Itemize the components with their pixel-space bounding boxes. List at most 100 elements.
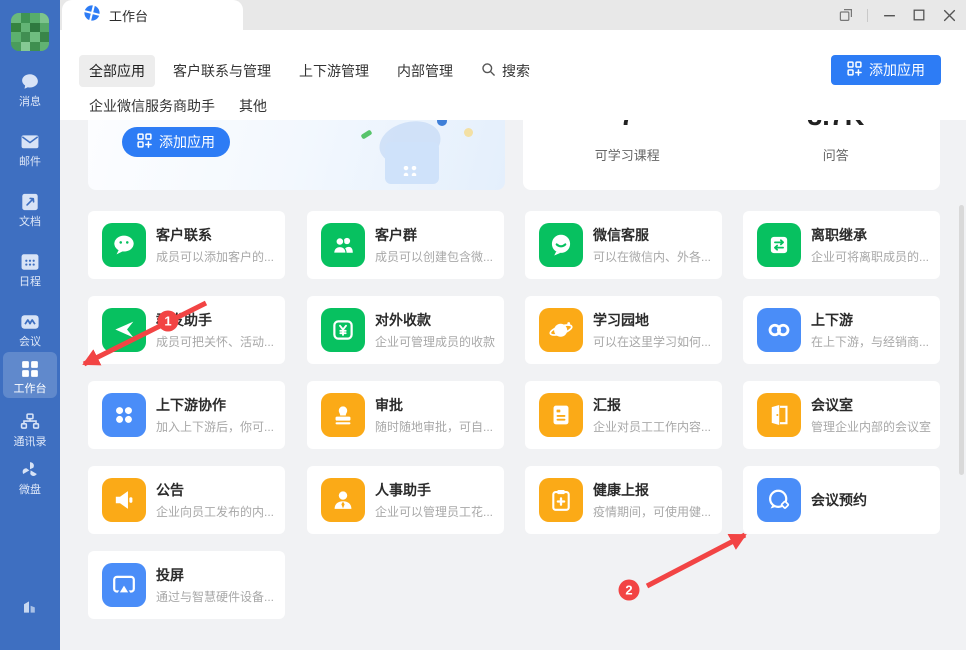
app-card-投屏[interactable]: 投屏通过与智慧硬件设备... xyxy=(88,551,285,619)
stat-courses[interactable]: 7 可学习课程 xyxy=(523,120,732,190)
app-desc: 企业可以管理员工花... xyxy=(375,503,495,520)
app-scroll-area: 添加应用 7 可学习课程 3.7K 问答 客户联系成员可以添加客户的... 客户… xyxy=(60,120,966,650)
app-desc: 成员可以添加客户的... xyxy=(156,248,276,265)
person-icon xyxy=(321,478,365,522)
scrollbar-thumb[interactable] xyxy=(959,205,964,475)
app-desc: 企业对员工工作内容... xyxy=(593,418,713,435)
close-icon[interactable] xyxy=(934,0,964,30)
app-card-汇报[interactable]: 汇报企业对员工工作内容... xyxy=(525,381,722,449)
stat-qa-value: 3.7K xyxy=(732,120,941,130)
filter-tab-2[interactable]: 上下游管理 xyxy=(289,55,379,87)
app-card-审批[interactable]: 审批随时随地审批，可自... xyxy=(307,381,504,449)
sidebar-item-doc[interactable]: 文档 xyxy=(0,190,60,229)
transfer-icon xyxy=(757,223,801,267)
app-card-会议预约[interactable]: 会议预约 xyxy=(743,466,940,534)
app-desc: 在上下游，与经销商... xyxy=(811,333,931,350)
learning-stats-card: 7 可学习课程 3.7K 问答 xyxy=(523,120,940,190)
sidebar-item-drive[interactable]: 微盘 xyxy=(0,458,60,497)
meetingapp-icon xyxy=(757,478,801,522)
add-app-icon xyxy=(847,61,862,79)
sidebar-item-contacts[interactable]: 通讯录 xyxy=(0,410,60,449)
app-card-客户群[interactable]: 客户群成员可以创建包含微... xyxy=(307,211,504,279)
user-avatar[interactable] xyxy=(11,13,49,51)
filter-tab-label: 客户联系与管理 xyxy=(173,61,271,81)
sidebar-item-chat[interactable]: 消息 xyxy=(0,70,60,109)
add-app-label: 添加应用 xyxy=(869,60,925,80)
horn-icon xyxy=(102,478,146,522)
calendar-icon xyxy=(0,250,60,274)
sidebar-item-label: 日程 xyxy=(0,276,60,289)
contacts-icon xyxy=(0,410,60,434)
grid-icon xyxy=(3,357,57,381)
filter-tab-0[interactable]: 全部应用 xyxy=(79,55,155,87)
filter-tab-label: 搜索 xyxy=(502,61,530,81)
sidebar-item-meeting[interactable]: 会议 xyxy=(0,310,60,349)
banner-add-app-button[interactable]: 添加应用 xyxy=(122,127,230,157)
app-card-会议室[interactable]: 会议室管理企业内部的会议室... xyxy=(743,381,940,449)
app-title: 微信客服 xyxy=(593,225,713,245)
maximize-icon[interactable] xyxy=(904,0,934,30)
app-title: 上下游 xyxy=(811,310,931,330)
app-title: 群发助手 xyxy=(156,310,276,330)
app-desc: 通过与智慧硬件设备... xyxy=(156,588,276,605)
minimize-icon[interactable] xyxy=(874,0,904,30)
app-card-上下游[interactable]: 上下游在上下游，与经销商... xyxy=(743,296,940,364)
filter-tab-row2-1[interactable]: 其他 xyxy=(239,96,267,116)
app-desc: 企业向员工发布的内... xyxy=(156,503,276,520)
yuan-icon xyxy=(321,308,365,352)
controls-divider xyxy=(867,9,868,22)
add-app-icon xyxy=(137,133,152,151)
app-title: 人事助手 xyxy=(375,480,495,500)
app-card-公告[interactable]: 公告企业向员工发布的内... xyxy=(88,466,285,534)
app-desc: 成员可把关怀、活动... xyxy=(156,333,276,350)
stamp-icon xyxy=(321,393,365,437)
app-title: 学习园地 xyxy=(593,310,713,330)
app-card-人事助手[interactable]: 人事助手企业可以管理员工花... xyxy=(307,466,504,534)
filter-tab-row2-0[interactable]: 企业微信服务商助手 xyxy=(89,96,215,116)
app-card-客户联系[interactable]: 客户联系成员可以添加客户的... xyxy=(88,211,285,279)
app-desc: 加入上下游后，你可... xyxy=(156,418,276,435)
toolbox-icon[interactable] xyxy=(0,594,60,618)
sidebar-item-calendar[interactable]: 日程 xyxy=(0,250,60,289)
app-desc: 企业可将离职成员的... xyxy=(811,248,931,265)
filter-tab-label: 全部应用 xyxy=(89,61,145,81)
app-desc: 可以在微信内、外各... xyxy=(593,248,713,265)
add-app-button[interactable]: 添加应用 xyxy=(831,55,941,85)
send-icon xyxy=(102,308,146,352)
mail-icon xyxy=(0,130,60,154)
app-desc: 随时随地审批，可自... xyxy=(375,418,495,435)
planet-icon xyxy=(539,308,583,352)
app-title: 会议预约 xyxy=(811,490,867,510)
filter-tab-3[interactable]: 内部管理 xyxy=(387,55,463,87)
search-icon xyxy=(481,62,496,80)
wechat-icon xyxy=(102,223,146,267)
filter-tab-search[interactable]: 搜索 xyxy=(471,55,540,87)
filter-tab-1[interactable]: 客户联系与管理 xyxy=(163,55,281,87)
door-icon xyxy=(757,393,801,437)
app-card-对外收款[interactable]: 对外收款企业可管理成员的收款... xyxy=(307,296,504,364)
stat-qa-label: 问答 xyxy=(823,145,849,164)
app-title: 会议室 xyxy=(811,395,931,415)
tab-workbench[interactable]: 工作台 xyxy=(62,0,243,30)
app-card-群发助手[interactable]: 群发助手成员可把关怀、活动... xyxy=(88,296,285,364)
app-title: 离职继承 xyxy=(811,225,931,245)
app-title: 公告 xyxy=(156,480,276,500)
app-desc: 企业可管理成员的收款... xyxy=(375,333,495,350)
sidebar-item-grid[interactable]: 工作台 xyxy=(3,352,57,398)
chat-icon xyxy=(0,70,60,94)
app-card-健康上报[interactable]: 健康上报疫情期间，可使用健... xyxy=(525,466,722,534)
app-desc: 管理企业内部的会议室... xyxy=(811,418,931,435)
app-card-微信客服[interactable]: 微信客服可以在微信内、外各... xyxy=(525,211,722,279)
app-card-上下游协作[interactable]: 上下游协作加入上下游后，你可... xyxy=(88,381,285,449)
sidebar-item-mail[interactable]: 邮件 xyxy=(0,130,60,169)
app-desc: 可以在这里学习如何... xyxy=(593,333,713,350)
sidebar-item-label: 消息 xyxy=(0,96,60,109)
promo-banner: 添加应用 xyxy=(88,120,505,190)
popout-window-icon[interactable] xyxy=(831,0,861,30)
stat-qa[interactable]: 3.7K 问答 xyxy=(732,120,941,190)
app-card-离职继承[interactable]: 离职继承企业可将离职成员的... xyxy=(743,211,940,279)
cast-icon xyxy=(102,563,146,607)
app-card-学习园地[interactable]: 学习园地可以在这里学习如何... xyxy=(525,296,722,364)
app-title: 投屏 xyxy=(156,565,276,585)
app-title: 客户群 xyxy=(375,225,495,245)
